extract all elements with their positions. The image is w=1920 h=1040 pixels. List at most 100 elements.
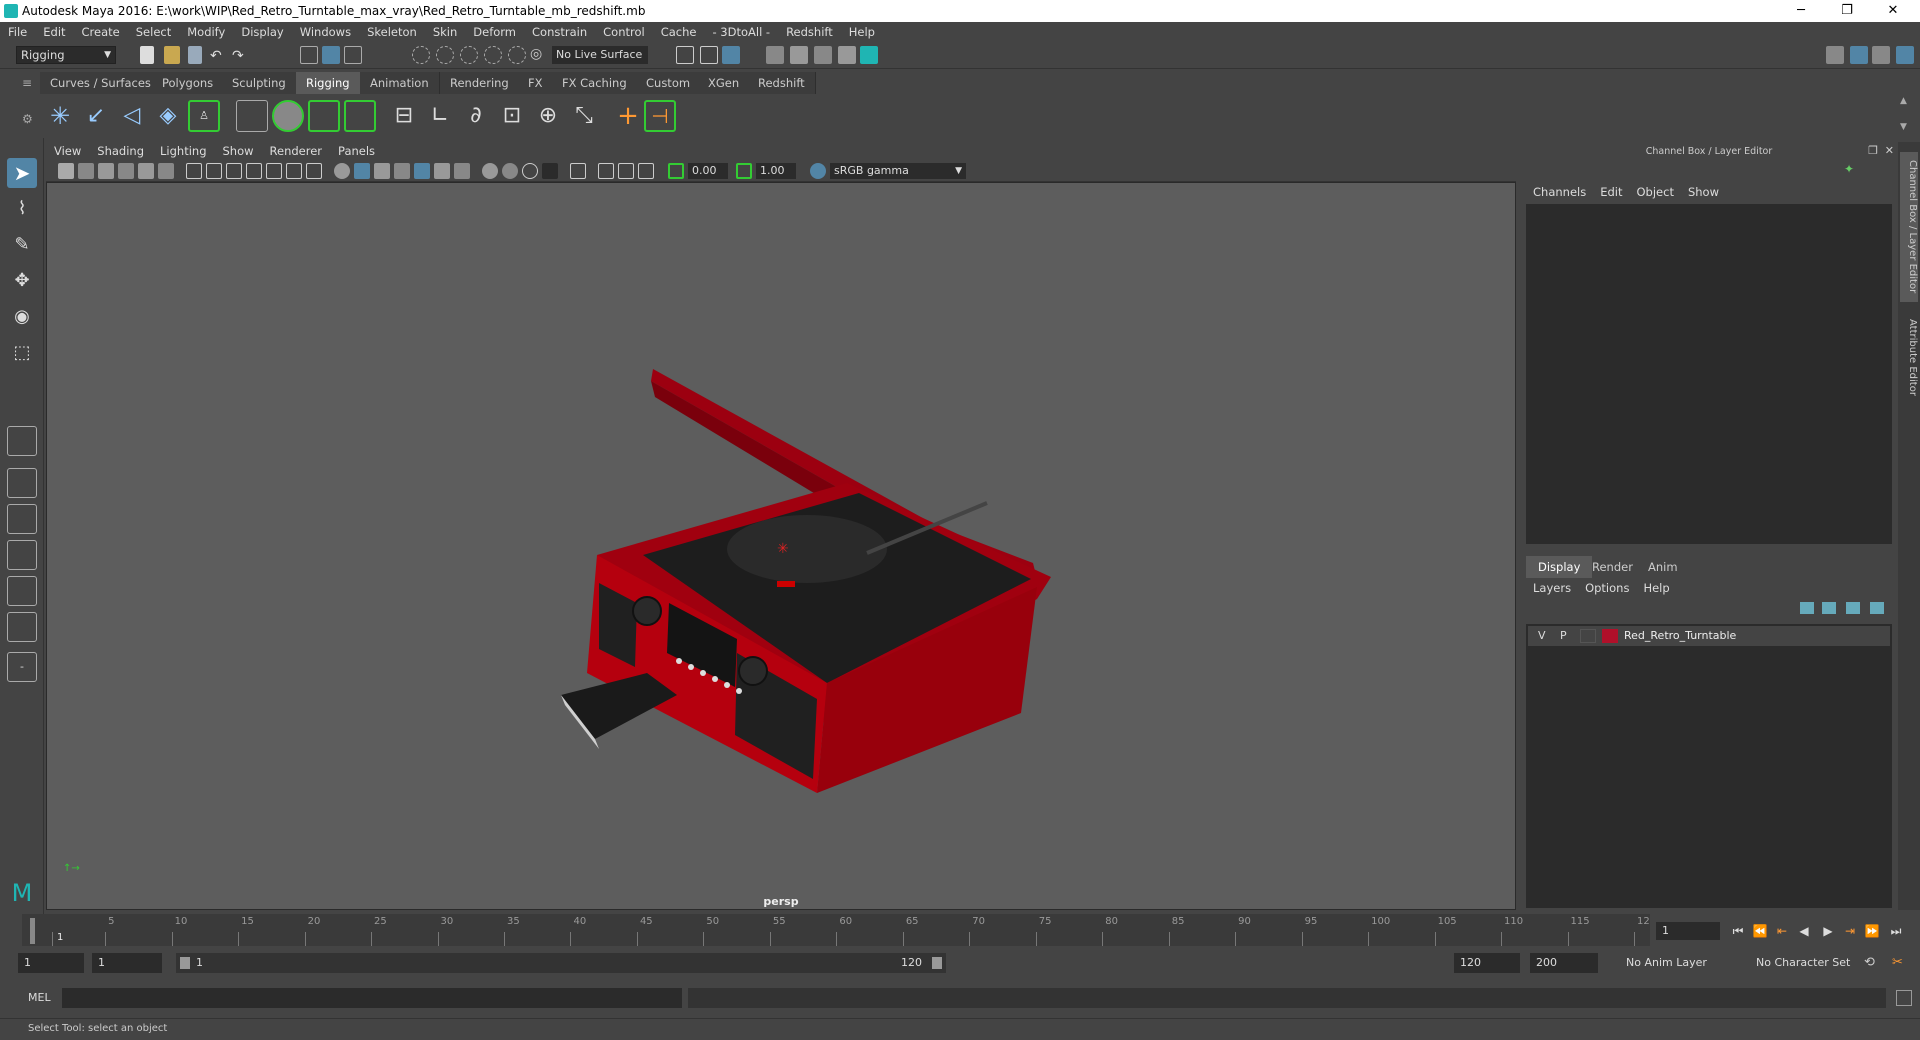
step-forward-key-icon[interactable]: ⏩ <box>1864 924 1880 938</box>
tab-sculpting[interactable]: Sculpting <box>222 72 297 94</box>
playback-end-field[interactable]: 120 <box>1454 953 1520 973</box>
scale-tool-icon[interactable]: ⬚ <box>7 338 37 368</box>
tab-anim[interactable]: Anim <box>1636 556 1690 578</box>
menu-modify[interactable]: Modify <box>179 22 233 42</box>
viewport-menu-panels[interactable]: Panels <box>330 142 383 160</box>
menu-constrain[interactable]: Constrain <box>524 22 595 42</box>
shadows-icon[interactable] <box>434 163 450 179</box>
current-time-indicator[interactable] <box>30 918 35 944</box>
layer-name[interactable]: Red_Retro_Turntable <box>1624 629 1736 642</box>
manipulator-icon[interactable]: ✦ <box>1844 162 1854 176</box>
wireframe-on-shaded-icon[interactable] <box>374 163 390 179</box>
shelf-gear-icon[interactable]: ⚙ <box>22 112 33 126</box>
orient-constraint-icon[interactable]: ∂ <box>460 100 492 132</box>
tab-fx[interactable]: FX <box>518 72 554 94</box>
layer-visibility-toggle[interactable]: V <box>1538 629 1546 642</box>
joint-tool-icon[interactable]: ✳ <box>44 100 76 132</box>
new-layer-selected-icon[interactable] <box>1870 602 1884 614</box>
camera-attributes-icon[interactable] <box>78 163 94 179</box>
cluster-icon[interactable] <box>344 100 376 132</box>
quick-rig-icon[interactable]: ♙ <box>188 100 220 132</box>
channel-box-toggle-icon[interactable] <box>1850 46 1868 64</box>
hik-icon[interactable]: ⊣ <box>644 100 676 132</box>
le-menu-options[interactable]: Options <box>1578 578 1636 598</box>
step-back-key-icon[interactable]: ⏪ <box>1752 924 1768 938</box>
hypershade-icon[interactable] <box>860 46 878 64</box>
anim-layer-select[interactable]: No Anim Layer <box>1620 953 1740 973</box>
rotate-tool-icon[interactable]: ◉ <box>7 302 37 332</box>
tab-animation[interactable]: Animation <box>360 72 440 94</box>
modeling-toolkit-icon[interactable] <box>1826 46 1844 64</box>
time-slider[interactable]: 1 5 10 15 20 25 30 35 40 45 50 55 60 65 70 75 80 85 90 95 10… <box>22 914 1656 946</box>
go-to-end-icon[interactable]: ⏭ <box>1888 924 1904 938</box>
le-menu-help[interactable]: Help <box>1636 578 1676 598</box>
layer-type-toggle[interactable] <box>1580 629 1596 643</box>
multisample-aa-icon[interactable] <box>502 163 518 179</box>
undo-icon[interactable]: ↶ <box>210 48 228 66</box>
viewport-menu-renderer[interactable]: Renderer <box>262 142 331 160</box>
new-scene-icon[interactable] <box>140 46 154 64</box>
parent-constraint-icon[interactable]: ⊟ <box>388 100 420 132</box>
render-view-icon[interactable] <box>766 46 784 64</box>
wireframe-icon[interactable] <box>334 163 350 179</box>
persp-outliner-layout-icon[interactable] <box>7 576 37 606</box>
camera-icon[interactable] <box>58 163 74 179</box>
cb-menu-edit[interactable]: Edit <box>1593 182 1629 202</box>
textured-icon[interactable] <box>394 163 410 179</box>
ik-handle-icon[interactable]: ◁ <box>116 100 148 132</box>
output-ops-icon[interactable] <box>700 46 718 64</box>
new-layer-icon[interactable] <box>1846 602 1860 614</box>
minimize-button[interactable]: ─ <box>1778 0 1824 22</box>
live-surface-field[interactable]: No Live Surface <box>552 46 648 64</box>
motion-blur-icon[interactable] <box>482 163 498 179</box>
menu-redshift[interactable]: Redshift <box>778 22 841 42</box>
exposure-field[interactable]: 0.00 <box>688 163 728 179</box>
menu-edit[interactable]: Edit <box>35 22 73 42</box>
side-by-side-layout-icon[interactable] <box>7 504 37 534</box>
animation-start-field[interactable]: 1 <box>18 953 84 973</box>
attribute-editor-toggle-icon[interactable] <box>1872 46 1890 64</box>
depth-of-field-icon[interactable] <box>522 163 538 179</box>
render-frame-icon[interactable] <box>790 46 808 64</box>
magnet-icon[interactable]: ◎ <box>530 46 548 64</box>
ipr-render-icon[interactable] <box>814 46 832 64</box>
tab-xgen[interactable]: XGen <box>698 72 751 94</box>
menu-set-select[interactable]: Rigging ▼ <box>16 46 116 64</box>
menu-windows[interactable]: Windows <box>292 22 359 42</box>
move-layer-up-icon[interactable] <box>1800 602 1814 614</box>
range-end-handle[interactable] <box>932 957 942 969</box>
menu-create[interactable]: Create <box>74 22 128 42</box>
current-frame-field[interactable]: 1 <box>1656 922 1720 940</box>
step-forward-frame-icon[interactable]: ⇥ <box>1842 924 1858 938</box>
layer-color-swatch[interactable] <box>1602 629 1618 643</box>
menu-control[interactable]: Control <box>595 22 653 42</box>
script-editor-icon[interactable] <box>1896 990 1912 1006</box>
construction-history-icon[interactable] <box>722 46 740 64</box>
xray-icon[interactable] <box>542 163 558 179</box>
paint-select-tool-icon[interactable]: ✎ <box>7 230 37 260</box>
layer-row[interactable]: V P Red_Retro_Turntable <box>1528 626 1890 646</box>
go-to-start-icon[interactable]: ⏮ <box>1730 924 1746 938</box>
select-tool-icon[interactable]: ➤ <box>7 158 37 188</box>
move-layer-down-icon[interactable] <box>1822 602 1836 614</box>
tab-curves-surfaces[interactable]: Curves / Surfaces <box>40 72 162 94</box>
pole-vector-constraint-icon[interactable]: ⤡ <box>568 100 600 132</box>
snap-grid-icon[interactable] <box>412 46 430 64</box>
menu-deform[interactable]: Deform <box>465 22 524 42</box>
redo-icon[interactable]: ↷ <box>232 48 250 66</box>
side-tab-channel-box[interactable]: Channel Box / Layer Editor <box>1900 152 1918 302</box>
cb-menu-object[interactable]: Object <box>1630 182 1681 202</box>
snap-curve-icon[interactable] <box>436 46 454 64</box>
cb-menu-channels[interactable]: Channels <box>1526 182 1593 202</box>
safe-title-icon[interactable] <box>306 163 322 179</box>
grid-icon[interactable] <box>186 163 202 179</box>
color-management-icon[interactable] <box>810 163 826 179</box>
shelf-menu-icon[interactable]: ≡ <box>22 76 32 90</box>
select-object-icon[interactable] <box>322 46 340 64</box>
save-scene-icon[interactable] <box>188 46 202 64</box>
persp-graph-layout-icon[interactable] <box>7 540 37 570</box>
command-input[interactable] <box>62 988 682 1008</box>
xray-joints-icon[interactable] <box>598 163 614 179</box>
bookmark-icon[interactable] <box>98 163 114 179</box>
le-menu-layers[interactable]: Layers <box>1526 578 1578 598</box>
